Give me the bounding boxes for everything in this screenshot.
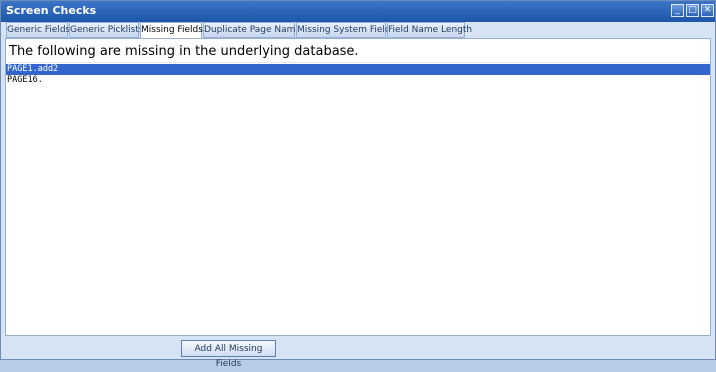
- missing-fields-list[interactable]: PAGE1.add2 PAGE16.: [6, 62, 710, 335]
- tab-missing-system-fields[interactable]: Missing System Fields: [296, 22, 395, 38]
- list-item[interactable]: PAGE1.add2: [6, 64, 710, 75]
- tab-field-name-length[interactable]: Field Name Length: [387, 22, 472, 38]
- close-icon: ✕: [703, 5, 712, 15]
- screen-checks-window: Screen Checks _ □ ✕ Generic Fields Gener…: [0, 0, 716, 369]
- panel-heading: The following are missing in the underly…: [9, 44, 359, 59]
- tab-generic-fields[interactable]: Generic Fields: [6, 22, 70, 38]
- tab-generic-picklists[interactable]: Generic Picklists: [69, 22, 144, 38]
- footer-bar: Add All Missing Fields: [1, 336, 715, 369]
- add-all-missing-fields-button[interactable]: Add All Missing Fields: [181, 340, 276, 369]
- close-button[interactable]: ✕: [701, 4, 714, 17]
- minimize-icon: _: [675, 5, 680, 15]
- tab-duplicate-page-names[interactable]: Duplicate Page Names: [203, 22, 306, 38]
- tab-strip: Generic Fields Generic Picklists Missing…: [6, 22, 710, 39]
- window-title: Screen Checks: [6, 4, 97, 17]
- title-bar[interactable]: Screen Checks _ □ ✕: [1, 1, 715, 22]
- missing-fields-panel: The following are missing in the underly…: [5, 38, 711, 336]
- maximize-button[interactable]: □: [686, 4, 699, 17]
- list-item[interactable]: PAGE16.: [6, 75, 710, 86]
- tab-missing-fields[interactable]: Missing Fields: [140, 22, 203, 39]
- maximize-icon: □: [688, 5, 697, 15]
- minimize-button[interactable]: _: [671, 4, 684, 17]
